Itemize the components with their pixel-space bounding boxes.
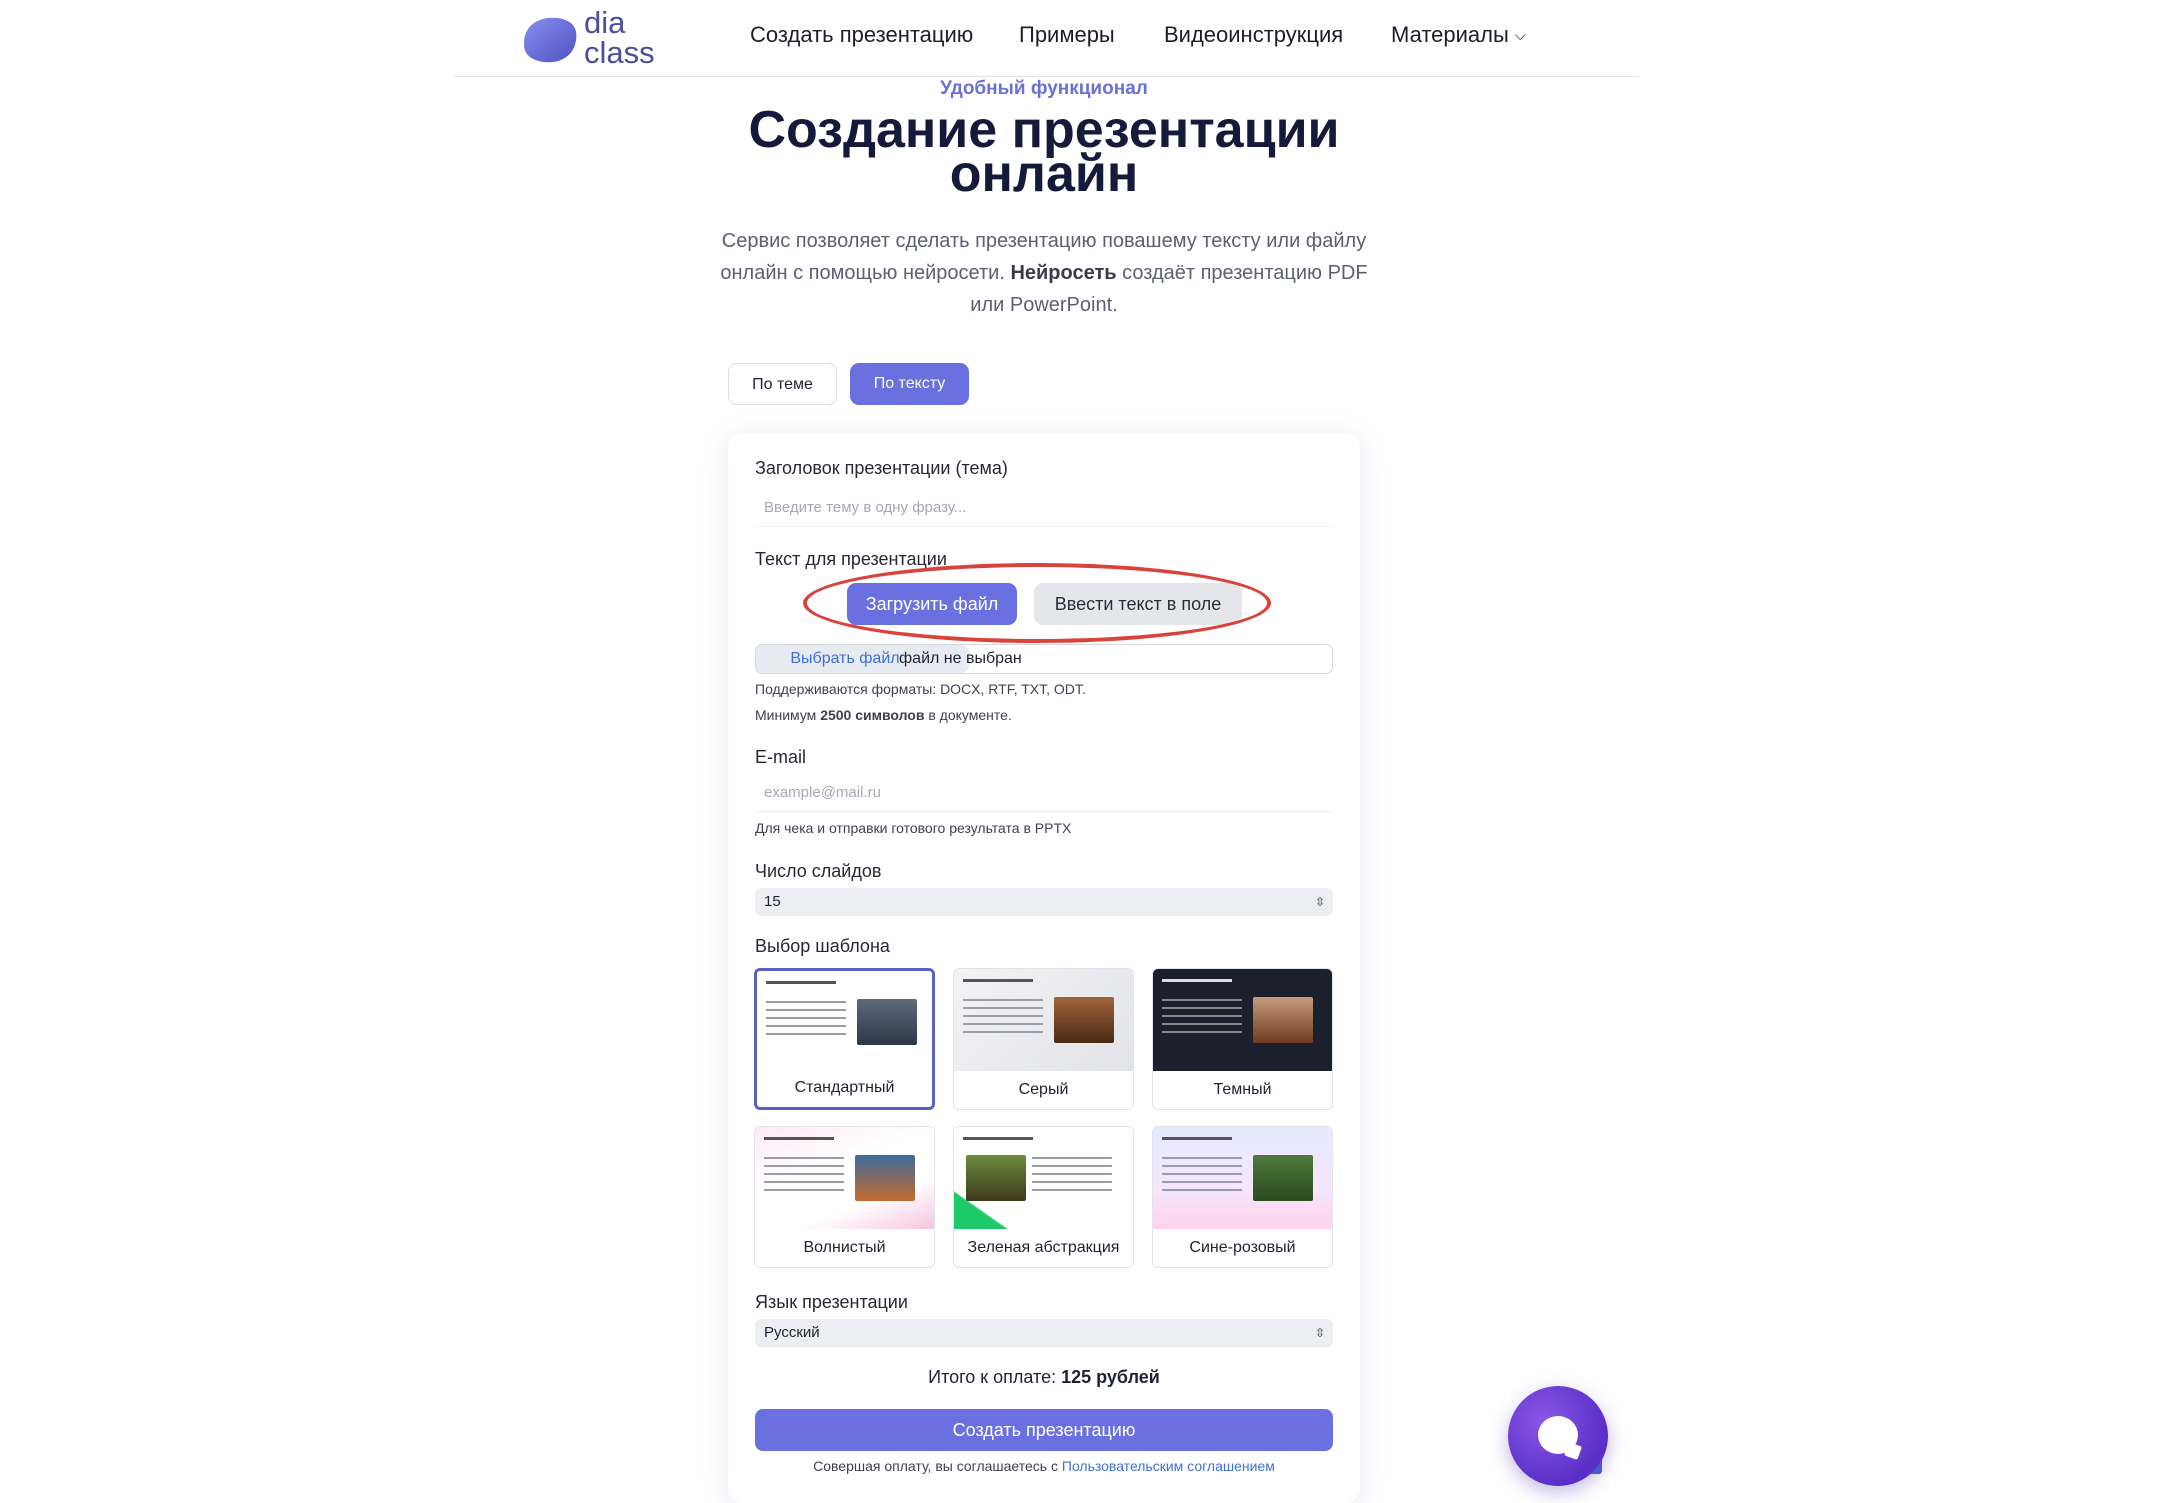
language-select[interactable]: Русский ⇳ [755, 1319, 1333, 1347]
hero-eyebrow: Удобный функционал [940, 78, 1148, 99]
total-price: Итого к оплате: 125 рублей [928, 1367, 1160, 1387]
nav-examples[interactable]: Примеры [1019, 22, 1115, 48]
preview-image [1253, 997, 1313, 1043]
chevron-down-icon: ⌵ [1514, 27, 1526, 43]
logo-text-line1: dia [584, 5, 626, 40]
preview-image [966, 1155, 1026, 1201]
template-blue-pink[interactable]: Сине-розовый [1152, 1126, 1333, 1268]
preview-image [857, 999, 917, 1045]
language-value: Русский [764, 1324, 820, 1341]
template-dark[interactable]: Темный [1152, 968, 1333, 1110]
logo-text[interactable]: dia class [584, 5, 655, 70]
nav-video-guide[interactable]: Видеоинструкция [1164, 22, 1343, 48]
title-label: Заголовок презентации (тема) [755, 458, 1008, 478]
select-arrows-icon: ⇳ [1314, 895, 1325, 909]
nav-materials[interactable]: Материалы ⌵ [1391, 22, 1525, 48]
template-label: Выбор шаблона [755, 936, 890, 956]
logo-icon[interactable] [520, 14, 580, 66]
create-presentation-button[interactable]: Создать презентацию [755, 1409, 1333, 1451]
language-label: Язык презентации [755, 1292, 908, 1312]
template-green-abstraction[interactable]: Зеленая абстракция [953, 1126, 1134, 1268]
template-caption: Стандартный [794, 1079, 895, 1096]
highlight-ellipse [803, 563, 1271, 643]
preview-image [855, 1155, 915, 1201]
email-label: E-mail [755, 747, 807, 767]
formats-hint: Поддерживаются форматы: DOCX, RTF, TXT, … [755, 681, 1086, 697]
header-divider [453, 76, 1639, 77]
select-arrows-icon: ⇳ [1314, 1326, 1325, 1340]
slides-select[interactable]: 15 ⇳ [755, 888, 1333, 916]
chat-bubble-icon[interactable] [1508, 1386, 1608, 1486]
template-caption: Сине-розовый [1189, 1239, 1296, 1256]
logo-text-line2: class [584, 35, 655, 70]
template-standard[interactable]: Стандартный [754, 968, 935, 1110]
slides-value: 15 [764, 893, 781, 910]
agreement-link[interactable]: Пользовательским соглашением [1062, 1458, 1275, 1474]
email-hint: Для чека и отправки готового результата … [755, 820, 1072, 836]
template-caption: Серый [1018, 1081, 1069, 1098]
template-caption: Волнистый [803, 1239, 886, 1256]
template-caption: Зеленая абстракция [967, 1239, 1120, 1256]
tab-by-topic[interactable]: По теме [728, 363, 837, 405]
nav-create-presentation[interactable]: Создать презентацию [750, 22, 973, 48]
hero-description: Сервис позволяет сделать презентацию пов… [720, 230, 1368, 316]
preview-image [1054, 997, 1114, 1043]
template-caption: Темный [1213, 1081, 1272, 1098]
text-label: Текст для презентации [755, 549, 947, 569]
title-input[interactable]: Введите тему в одну фразу... [755, 489, 1333, 527]
agreement-text: Совершая оплату, вы соглашаетесь с Польз… [813, 1458, 1275, 1474]
template-wavy[interactable]: Волнистый [754, 1126, 935, 1268]
preview-image [1253, 1155, 1313, 1201]
min-symbols-hint: Минимум 2500 символов в документе. [755, 707, 1012, 723]
slides-label: Число слайдов [755, 861, 882, 881]
email-input[interactable]: example@mail.ru [755, 774, 1333, 812]
page-title: Создание презентации онлайн [748, 101, 1340, 203]
template-gray[interactable]: Серый [953, 968, 1134, 1110]
file-status: файл не выбран [899, 650, 1022, 667]
tab-by-text[interactable]: По тексту [850, 363, 969, 405]
